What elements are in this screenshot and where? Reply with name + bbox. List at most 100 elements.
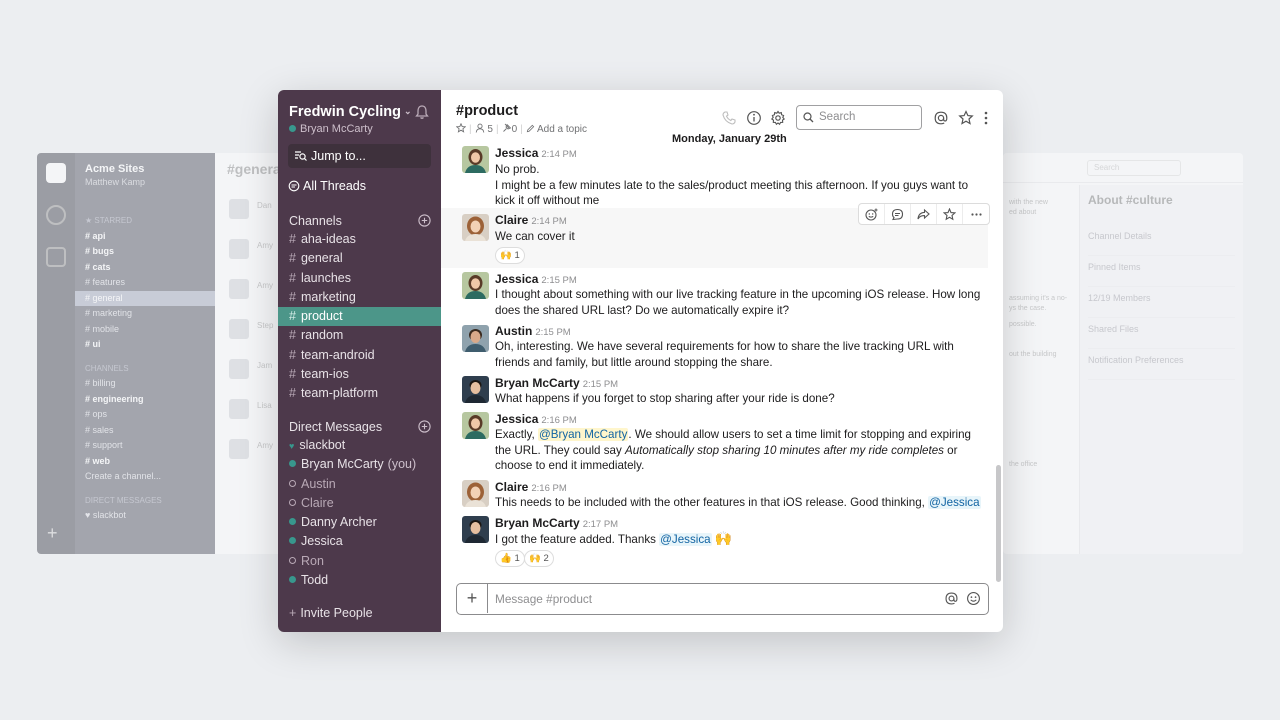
message-text: No prob. I might be a few minutes late to… (495, 163, 969, 208)
background-message-snippet: possible. (1009, 321, 1037, 328)
add-topic-link[interactable]: Add a topic (537, 124, 587, 135)
user-mention[interactable]: @Bryan McCarty (537, 428, 629, 441)
add-dm-icon[interactable] (418, 420, 431, 433)
invite-people-button[interactable]: + Invite People (289, 606, 373, 620)
channel-item-team-android[interactable]: # team-android (278, 346, 441, 365)
phone-icon[interactable] (721, 110, 737, 126)
channel-item-random[interactable]: # random (278, 326, 441, 345)
team-name-menu[interactable]: Fredwin Cycling ⌄ (289, 104, 412, 120)
channels-header[interactable]: Channels (289, 214, 342, 228)
message-time[interactable]: 2:16 PM (531, 483, 566, 494)
starred-icon[interactable] (958, 110, 974, 126)
pin-count[interactable]: 0 (512, 124, 518, 135)
message: Jessica 2:14 PM No prob. I might be a few … (441, 145, 988, 208)
avatar[interactable] (462, 272, 489, 299)
all-threads-link[interactable]: All Threads (288, 179, 366, 193)
avatar[interactable] (462, 516, 489, 543)
avatar[interactable] (462, 325, 489, 352)
add-reaction-button[interactable] (859, 204, 885, 224)
mention-icon[interactable] (944, 591, 959, 606)
jump-to-button[interactable]: Jump to... (288, 144, 431, 168)
member-icon[interactable] (475, 123, 485, 133)
message-author[interactable]: Claire 2:16 PM (495, 480, 567, 494)
channel-item-team-platform[interactable]: # team-platform (278, 384, 441, 403)
channel-item-product[interactable]: # product (278, 307, 441, 327)
scrollbar[interactable] (996, 465, 1001, 582)
message-text: This needs to be included with the other… (495, 496, 981, 509)
message-time[interactable]: 2:16 PM (541, 415, 576, 426)
avatar[interactable] (462, 214, 489, 241)
share-arrow-icon (917, 208, 930, 219)
reaction-pill[interactable]: 🙌 2 (524, 550, 554, 567)
message-time[interactable]: 2:15 PM (541, 275, 576, 286)
background-window-left: + Acme Sites Matthew Kamp ★ STARRED # api… (37, 153, 297, 554)
attach-button[interactable]: + (457, 584, 488, 613)
avatar[interactable] (462, 376, 489, 403)
star-message-button[interactable] (937, 204, 963, 224)
channel-item-general[interactable]: # general (278, 249, 441, 268)
dm-item-bryan-mccarty[interactable]: Bryan McCarty (you) (278, 455, 441, 474)
workspace-rail: + (37, 153, 75, 554)
team-name: Fredwin Cycling (289, 104, 401, 120)
channel-item-marketing[interactable]: # marketing (278, 288, 441, 307)
mentions-icon[interactable] (933, 110, 949, 126)
add-channel-icon[interactable] (418, 214, 431, 227)
info-icon[interactable] (746, 110, 762, 126)
dm-item-todd[interactable]: Todd (278, 571, 441, 590)
dm-item-danny-archer[interactable]: Danny Archer (278, 513, 441, 532)
dm-item-slackbot[interactable]: ♥ slackbot (278, 436, 441, 455)
dm-item-austin[interactable]: Austin (278, 475, 441, 494)
avatar[interactable] (462, 412, 489, 439)
dm-list: ♥ slackbot Bryan McCarty (you) Austin Claire D… (278, 436, 441, 590)
thread-icon (891, 208, 904, 220)
current-user: Bryan McCarty (289, 123, 373, 135)
message-author[interactable]: Austin 2:15 PM (495, 324, 571, 338)
slack-window: Fredwin Cycling ⌄ Bryan McCarty Jump to..… (278, 90, 1003, 632)
emoji-icon[interactable] (966, 591, 981, 606)
gear-icon[interactable] (770, 110, 786, 126)
message-time[interactable]: 2:15 PM (583, 379, 618, 390)
background-sidebar-line: # features (85, 277, 126, 287)
star-icon[interactable] (455, 122, 467, 133)
user-mention[interactable]: @Jessica (659, 533, 712, 546)
dm-item-jessica[interactable]: Jessica (278, 532, 441, 551)
message-time[interactable]: 2:17 PM (583, 519, 618, 530)
search-input[interactable]: Search (796, 105, 922, 130)
message-author[interactable]: Jessica 2:14 PM (495, 146, 577, 160)
pin-icon[interactable] (502, 123, 512, 133)
share-button[interactable] (911, 204, 937, 224)
background-sidebar-line: # bugs (85, 246, 115, 256)
avatar (229, 399, 249, 419)
message-author[interactable]: Bryan McCarty 2:17 PM (495, 516, 618, 530)
message-time[interactable]: 2:14 PM (531, 216, 566, 227)
message-author[interactable]: Claire 2:14 PM (495, 213, 567, 227)
more-actions-button[interactable] (963, 204, 989, 224)
reaction-pill[interactable]: 🙌 1 (495, 247, 525, 264)
dm-item-claire[interactable]: Claire (278, 494, 441, 513)
dm-item-ron[interactable]: Ron (278, 552, 441, 571)
message-input[interactable]: Message #product (495, 592, 592, 606)
message-author[interactable]: Jessica 2:15 PM (495, 272, 577, 286)
avatar[interactable] (462, 146, 489, 173)
more-vertical-icon[interactable] (981, 110, 991, 126)
reaction-pill[interactable]: 👍 1 (495, 550, 525, 567)
avatar[interactable] (462, 480, 489, 507)
dm-header[interactable]: Direct Messages (289, 420, 382, 434)
member-count[interactable]: 5 (487, 124, 493, 135)
background-message-snippet: assuming it's a no- (1009, 295, 1068, 302)
hash-icon: # (289, 309, 296, 324)
user-mention[interactable]: @Jessica (928, 496, 981, 509)
start-thread-button[interactable] (885, 204, 911, 224)
bell-icon[interactable] (414, 104, 430, 120)
channel-label: product (300, 309, 343, 324)
background-search: Search (1087, 160, 1181, 176)
channel-item-team-ios[interactable]: # team-ios (278, 365, 441, 384)
channel-item-launches[interactable]: # launches (278, 269, 441, 288)
background-sidebar-line: CHANNELS (85, 363, 129, 373)
message-author[interactable]: Bryan McCarty 2:15 PM (495, 376, 618, 390)
message-time[interactable]: 2:15 PM (535, 327, 570, 338)
channel-item-aha-ideas[interactable]: # aha-ideas (278, 230, 441, 249)
message-time[interactable]: 2:14 PM (541, 149, 576, 160)
details-row: 12/19 Members (1088, 287, 1235, 318)
message-author[interactable]: Jessica 2:16 PM (495, 412, 577, 426)
